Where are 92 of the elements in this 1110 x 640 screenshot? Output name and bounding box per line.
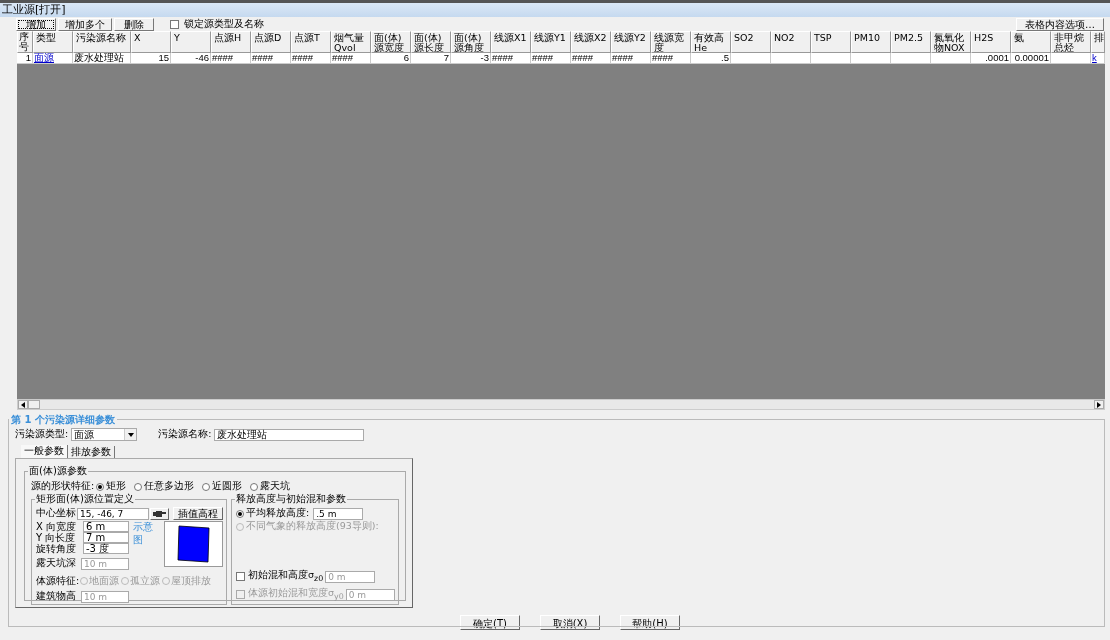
table-options-button[interactable]: 表格内容选项… <box>1016 17 1104 31</box>
table-cell: .5 <box>691 53 731 64</box>
column-header[interactable]: 烟气量Qvol <box>331 31 371 53</box>
column-header[interactable]: 面(体)源长度 <box>411 31 451 53</box>
field-label: 建筑物高 <box>36 590 77 603</box>
table-cell: #### <box>251 53 291 64</box>
dropdown-arrow-icon[interactable] <box>127 432 134 437</box>
column-header[interactable]: 线源宽度 <box>651 31 691 53</box>
column-header[interactable]: 点源H <box>211 31 251 53</box>
input-field[interactable]: 7 m <box>83 532 129 543</box>
column-header[interactable]: 氨 <box>1011 31 1051 53</box>
table-cell: 0.00001 <box>1011 53 1051 64</box>
column-header[interactable]: 线源X1 <box>491 31 531 53</box>
left-arrow-icon[interactable] <box>21 401 25 408</box>
column-header[interactable]: 序号 <box>17 31 33 53</box>
field-label: 露天坑深 <box>36 557 77 570</box>
column-header[interactable]: 有效高He <box>691 31 731 53</box>
group-title: 矩形面(体)源位置定义 <box>35 493 135 505</box>
horizontal-scrollbar[interactable] <box>17 399 1105 410</box>
table-cell: 废水处理站 <box>73 53 131 64</box>
table-cell: 15 <box>131 53 171 64</box>
table-link[interactable]: 面源 <box>33 53 73 64</box>
table-cell: #### <box>611 53 651 64</box>
release-height-field[interactable]: .5 m <box>313 507 364 520</box>
table-cell: -3 <box>451 53 491 64</box>
column-header[interactable]: 点源D <box>251 31 291 53</box>
column-header[interactable]: H2S <box>971 31 1011 53</box>
column-header[interactable]: PM2.5 <box>891 31 931 53</box>
column-header[interactable]: NO2 <box>771 31 811 53</box>
column-header[interactable]: 氮氧化物NOX <box>931 31 971 53</box>
table-cell: #### <box>291 53 331 64</box>
field-label: 源的形状特征: <box>31 480 95 493</box>
column-header[interactable]: 线源X2 <box>571 31 611 53</box>
radio-option[interactable]: 近圆形 <box>202 480 243 493</box>
tab[interactable]: 一般参数 <box>21 445 68 458</box>
scrollbar-thumb[interactable] <box>28 400 40 409</box>
table-link[interactable]: k <box>1091 53 1105 64</box>
table-cell: #### <box>331 53 371 64</box>
column-header[interactable]: TSP <box>811 31 851 53</box>
radio-option[interactable]: 平均释放高度: <box>236 507 310 520</box>
column-header[interactable]: 类型 <box>33 31 73 53</box>
field-label: X 向宽度 <box>36 521 78 532</box>
interpolate-elevation-button[interactable]: 插值高程 <box>173 507 223 520</box>
field-label: 中心坐标 <box>36 507 76 520</box>
field-label: 旋转角度 <box>36 543 77 554</box>
field-label: 污染源类型: <box>15 428 69 441</box>
field-label: Y 向长度 <box>36 532 77 543</box>
radio-option[interactable]: 露天坑 <box>250 480 291 493</box>
source-type-dropdown[interactable]: 面源 <box>71 428 138 441</box>
column-header[interactable]: Y <box>171 31 211 53</box>
table-cell: #### <box>491 53 531 64</box>
column-header[interactable]: 面(体)源宽度 <box>371 31 411 53</box>
radio-option[interactable]: 任意多边形 <box>134 480 195 493</box>
group-title: 释放高度与初始混和参数 <box>235 493 347 505</box>
column-header[interactable]: PM10 <box>851 31 891 53</box>
table-cell: 1 <box>17 53 33 64</box>
table-cell: #### <box>531 53 571 64</box>
toolbar-button[interactable]: 增加多个 <box>58 17 112 31</box>
column-header[interactable]: 线源Y2 <box>611 31 651 53</box>
checkbox[interactable]: 初始混和高度σ$_{z0}$ <box>236 568 324 586</box>
input-field[interactable]: -3 度 <box>83 543 129 554</box>
table-cell: 7 <box>411 53 451 64</box>
column-header[interactable]: 污染源名称 <box>73 31 131 53</box>
window-title: 工业源[打开] <box>0 3 1110 17</box>
tab[interactable]: 排放参数 <box>68 446 115 458</box>
table-cell: .0001 <box>971 53 1011 64</box>
table-cell: -46 <box>171 53 211 64</box>
table-cell: #### <box>651 53 691 64</box>
section-title: 第 1 个污染源详细参数 <box>9 413 117 427</box>
source-name-field[interactable]: 废水处理站 <box>214 428 365 441</box>
radio-option[interactable]: 矩形 <box>96 480 127 493</box>
center-coordinate-field[interactable]: 15, -46, 7 <box>77 507 149 520</box>
right-arrow-icon[interactable] <box>1097 401 1101 408</box>
toolbar-button[interactable]: 删除 <box>114 17 154 31</box>
column-header[interactable]: 非甲烷总烃 <box>1051 31 1091 53</box>
input-field[interactable]: 6 m <box>83 521 129 532</box>
column-header[interactable]: SO2 <box>731 31 771 53</box>
pointing-hand-icon <box>152 509 167 518</box>
column-header[interactable]: 线源Y1 <box>531 31 571 53</box>
column-header[interactable]: 点源T <box>291 31 331 53</box>
pick-point-button[interactable] <box>150 507 169 520</box>
group-title: 面(体)源参数 <box>28 465 88 477</box>
lock-checkbox[interactable]: 锁定源类型及名称 <box>170 17 264 31</box>
column-header[interactable]: 排 <box>1091 31 1105 53</box>
toolbar-button[interactable]: 增加 <box>16 17 56 31</box>
column-header[interactable]: X <box>131 31 171 53</box>
table-cell: 6 <box>371 53 411 64</box>
table-cell: #### <box>571 53 611 64</box>
field-label: 体源特征: <box>36 574 80 588</box>
field-label: 污染源名称: <box>158 428 212 441</box>
column-header[interactable]: 面(体)源角度 <box>451 31 491 53</box>
table-cell: #### <box>211 53 251 64</box>
